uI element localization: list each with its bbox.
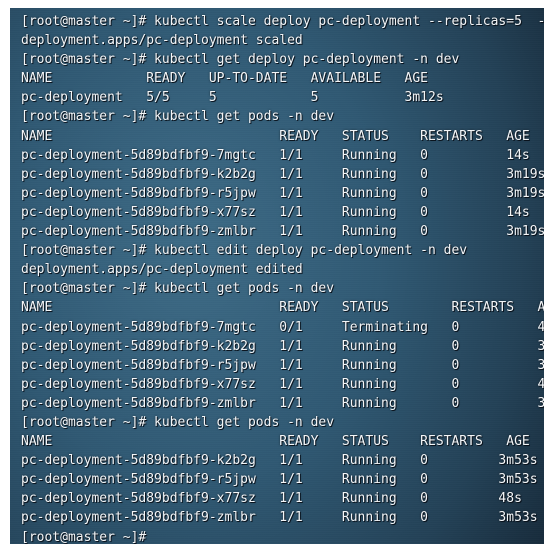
- terminal-output-line: pc-deployment-5d89bdfbf9-x77sz 1/1 Runni…: [21, 491, 522, 507]
- terminal-output-line: pc-deployment-5d89bdfbf9-r5jpw 1/1 Runni…: [21, 472, 538, 488]
- terminal-output-line: pc-deployment-5d89bdfbf9-k2b2g 1/1 Runni…: [21, 166, 544, 182]
- terminal-output-line: NAME READY STATUS RESTARTS AGE: [21, 300, 544, 316]
- terminal-output-line: deployment.apps/pc-deployment edited: [21, 262, 303, 278]
- terminal-output-line: NAME READY UP-TO-DATE AVAILABLE AGE: [21, 71, 428, 87]
- terminal-window: [root@master ~]# kubectl scale deploy pc…: [0, 0, 553, 553]
- terminal-output-line: pc-deployment-5d89bdfbf9-zmlbr 1/1 Runni…: [21, 224, 544, 240]
- terminal-output-line: pc-deployment-5d89bdfbf9-zmlbr 1/1 Runni…: [21, 510, 538, 526]
- terminal-output-line: pc-deployment-5d89bdfbf9-x77sz 1/1 Runni…: [21, 376, 544, 392]
- terminal-prompt-line: [root@master ~]# kubectl edit deploy pc-…: [21, 243, 468, 259]
- terminal-output-line: pc-deployment-5d89bdfbf9-7mgtc 1/1 Runni…: [21, 147, 530, 163]
- terminal-output-line: pc-deployment-5d89bdfbf9-k2b2g 1/1 Runni…: [21, 453, 538, 469]
- terminal-output-line: pc-deployment-5d89bdfbf9-r5jpw 1/1 Runni…: [21, 185, 544, 201]
- terminal-output-line: pc-deployment-5d89bdfbf9-r5jpw 1/1 Runni…: [21, 357, 544, 373]
- terminal-output[interactable]: [root@master ~]# kubectl scale deploy pc…: [10, 8, 544, 544]
- terminal-prompt-line: [root@master ~]# kubectl get deploy pc-d…: [21, 52, 460, 68]
- terminal-output-line: pc-deployment-5d89bdfbf9-x77sz 1/1 Runni…: [21, 204, 530, 220]
- terminal-prompt-line: [root@master ~]#: [21, 529, 147, 544]
- terminal-prompt-line: [root@master ~]# kubectl scale deploy pc…: [21, 14, 544, 29]
- terminal-output-line: pc-deployment-5d89bdfbf9-k2b2g 1/1 Runni…: [21, 338, 544, 354]
- terminal-output-line: pc-deployment 5/5 5 5 3m12s: [21, 90, 444, 106]
- terminal-output-line: NAME READY STATUS RESTARTS AGE: [21, 128, 530, 144]
- terminal-prompt-line: [root@master ~]# kubectl get pods -n dev: [21, 281, 335, 297]
- terminal-output-line: deployment.apps/pc-deployment scaled: [21, 33, 303, 49]
- terminal-output-line: pc-deployment-5d89bdfbf9-zmlbr 1/1 Runni…: [21, 395, 544, 411]
- terminal-prompt-line: [root@master ~]# kubectl get pods -n dev: [21, 109, 335, 125]
- terminal-screen[interactable]: [root@master ~]# kubectl scale deploy pc…: [10, 8, 544, 544]
- terminal-output-line: NAME READY STATUS RESTARTS AGE: [21, 434, 530, 450]
- terminal-prompt-line: [root@master ~]# kubectl get pods -n dev: [21, 414, 335, 430]
- terminal-output-line: pc-deployment-5d89bdfbf9-7mgtc 0/1 Termi…: [21, 319, 544, 335]
